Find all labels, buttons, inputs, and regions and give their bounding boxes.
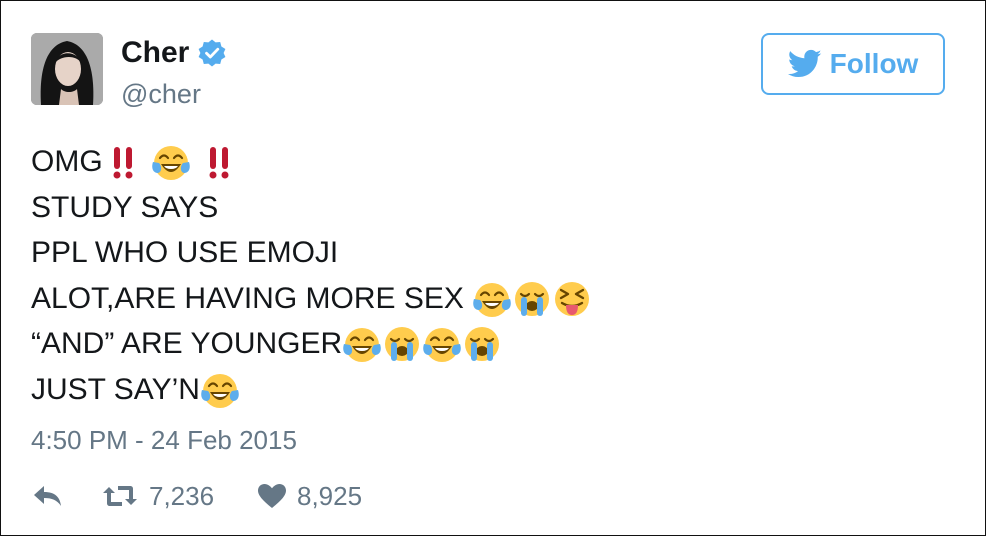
tweet-timestamp[interactable]: 4:50 PM - 24 Feb 2015 (31, 423, 297, 457)
tweet-line-text: JUST SAY’N (31, 372, 200, 406)
loudly-crying-face-icon (462, 324, 502, 364)
follow-button[interactable]: Follow (761, 33, 945, 95)
like-button[interactable]: 8,925 (257, 481, 362, 512)
retweet-count: 7,236 (149, 480, 215, 511)
tweet-line-text: ALOT,ARE HAVING MORE SEX (31, 281, 464, 315)
retweet-button[interactable]: 7,236 (101, 481, 257, 512)
tweet-line: OMG (31, 139, 592, 185)
face-with-tears-of-joy-icon (472, 279, 512, 319)
loudly-crying-face-icon (382, 324, 422, 364)
verified-badge-icon (197, 38, 227, 68)
tweet-line: STUDY SAYS (31, 185, 592, 231)
avatar[interactable] (31, 33, 103, 105)
tweet-actions: 7,236 8,925 (31, 477, 362, 515)
avatar-image (31, 33, 103, 105)
tweet-text: OMG STUDY SAYS PPL WHO USE EMOJI ALOT,AR… (31, 139, 592, 413)
tweet-line: PPL WHO USE EMOJI (31, 230, 592, 276)
user-name-row: Cher (121, 35, 227, 71)
tweet-line: ALOT,ARE HAVING MORE SEX (31, 276, 592, 322)
reply-button[interactable] (31, 483, 101, 509)
tweet-card: Cher @cher Follow OMG STUDY SAYS PPL WHO… (0, 0, 986, 536)
user-name[interactable]: Cher (121, 35, 189, 71)
loudly-crying-face-icon (512, 279, 552, 319)
reply-icon (31, 483, 65, 509)
like-count: 8,925 (297, 480, 363, 511)
squinting-face-with-tongue-icon (552, 279, 592, 319)
double-exclamation-icon (103, 142, 143, 182)
retweet-icon (101, 483, 139, 509)
follow-button-label: Follow (829, 48, 919, 79)
tweet-line: JUST SAY’N (31, 367, 592, 413)
double-exclamation-icon (199, 142, 239, 182)
face-with-tears-of-joy-icon (422, 324, 462, 364)
heart-icon (257, 483, 287, 509)
face-with-tears-of-joy-icon (200, 370, 240, 410)
tweet-line-text: PPL WHO USE EMOJI (31, 236, 339, 270)
twitter-bird-icon (787, 49, 822, 79)
tweet-line-text: OMG (31, 145, 103, 178)
user-handle[interactable]: @cher (121, 77, 201, 111)
tweet-line: “AND” ARE YOUNGER (31, 321, 592, 367)
tweet-line-text: “AND” ARE YOUNGER (31, 327, 343, 361)
tweet-line-text: STUDY SAYS (31, 190, 219, 224)
face-with-tears-of-joy-icon (342, 324, 382, 364)
face-with-tears-of-joy-icon (151, 142, 191, 182)
